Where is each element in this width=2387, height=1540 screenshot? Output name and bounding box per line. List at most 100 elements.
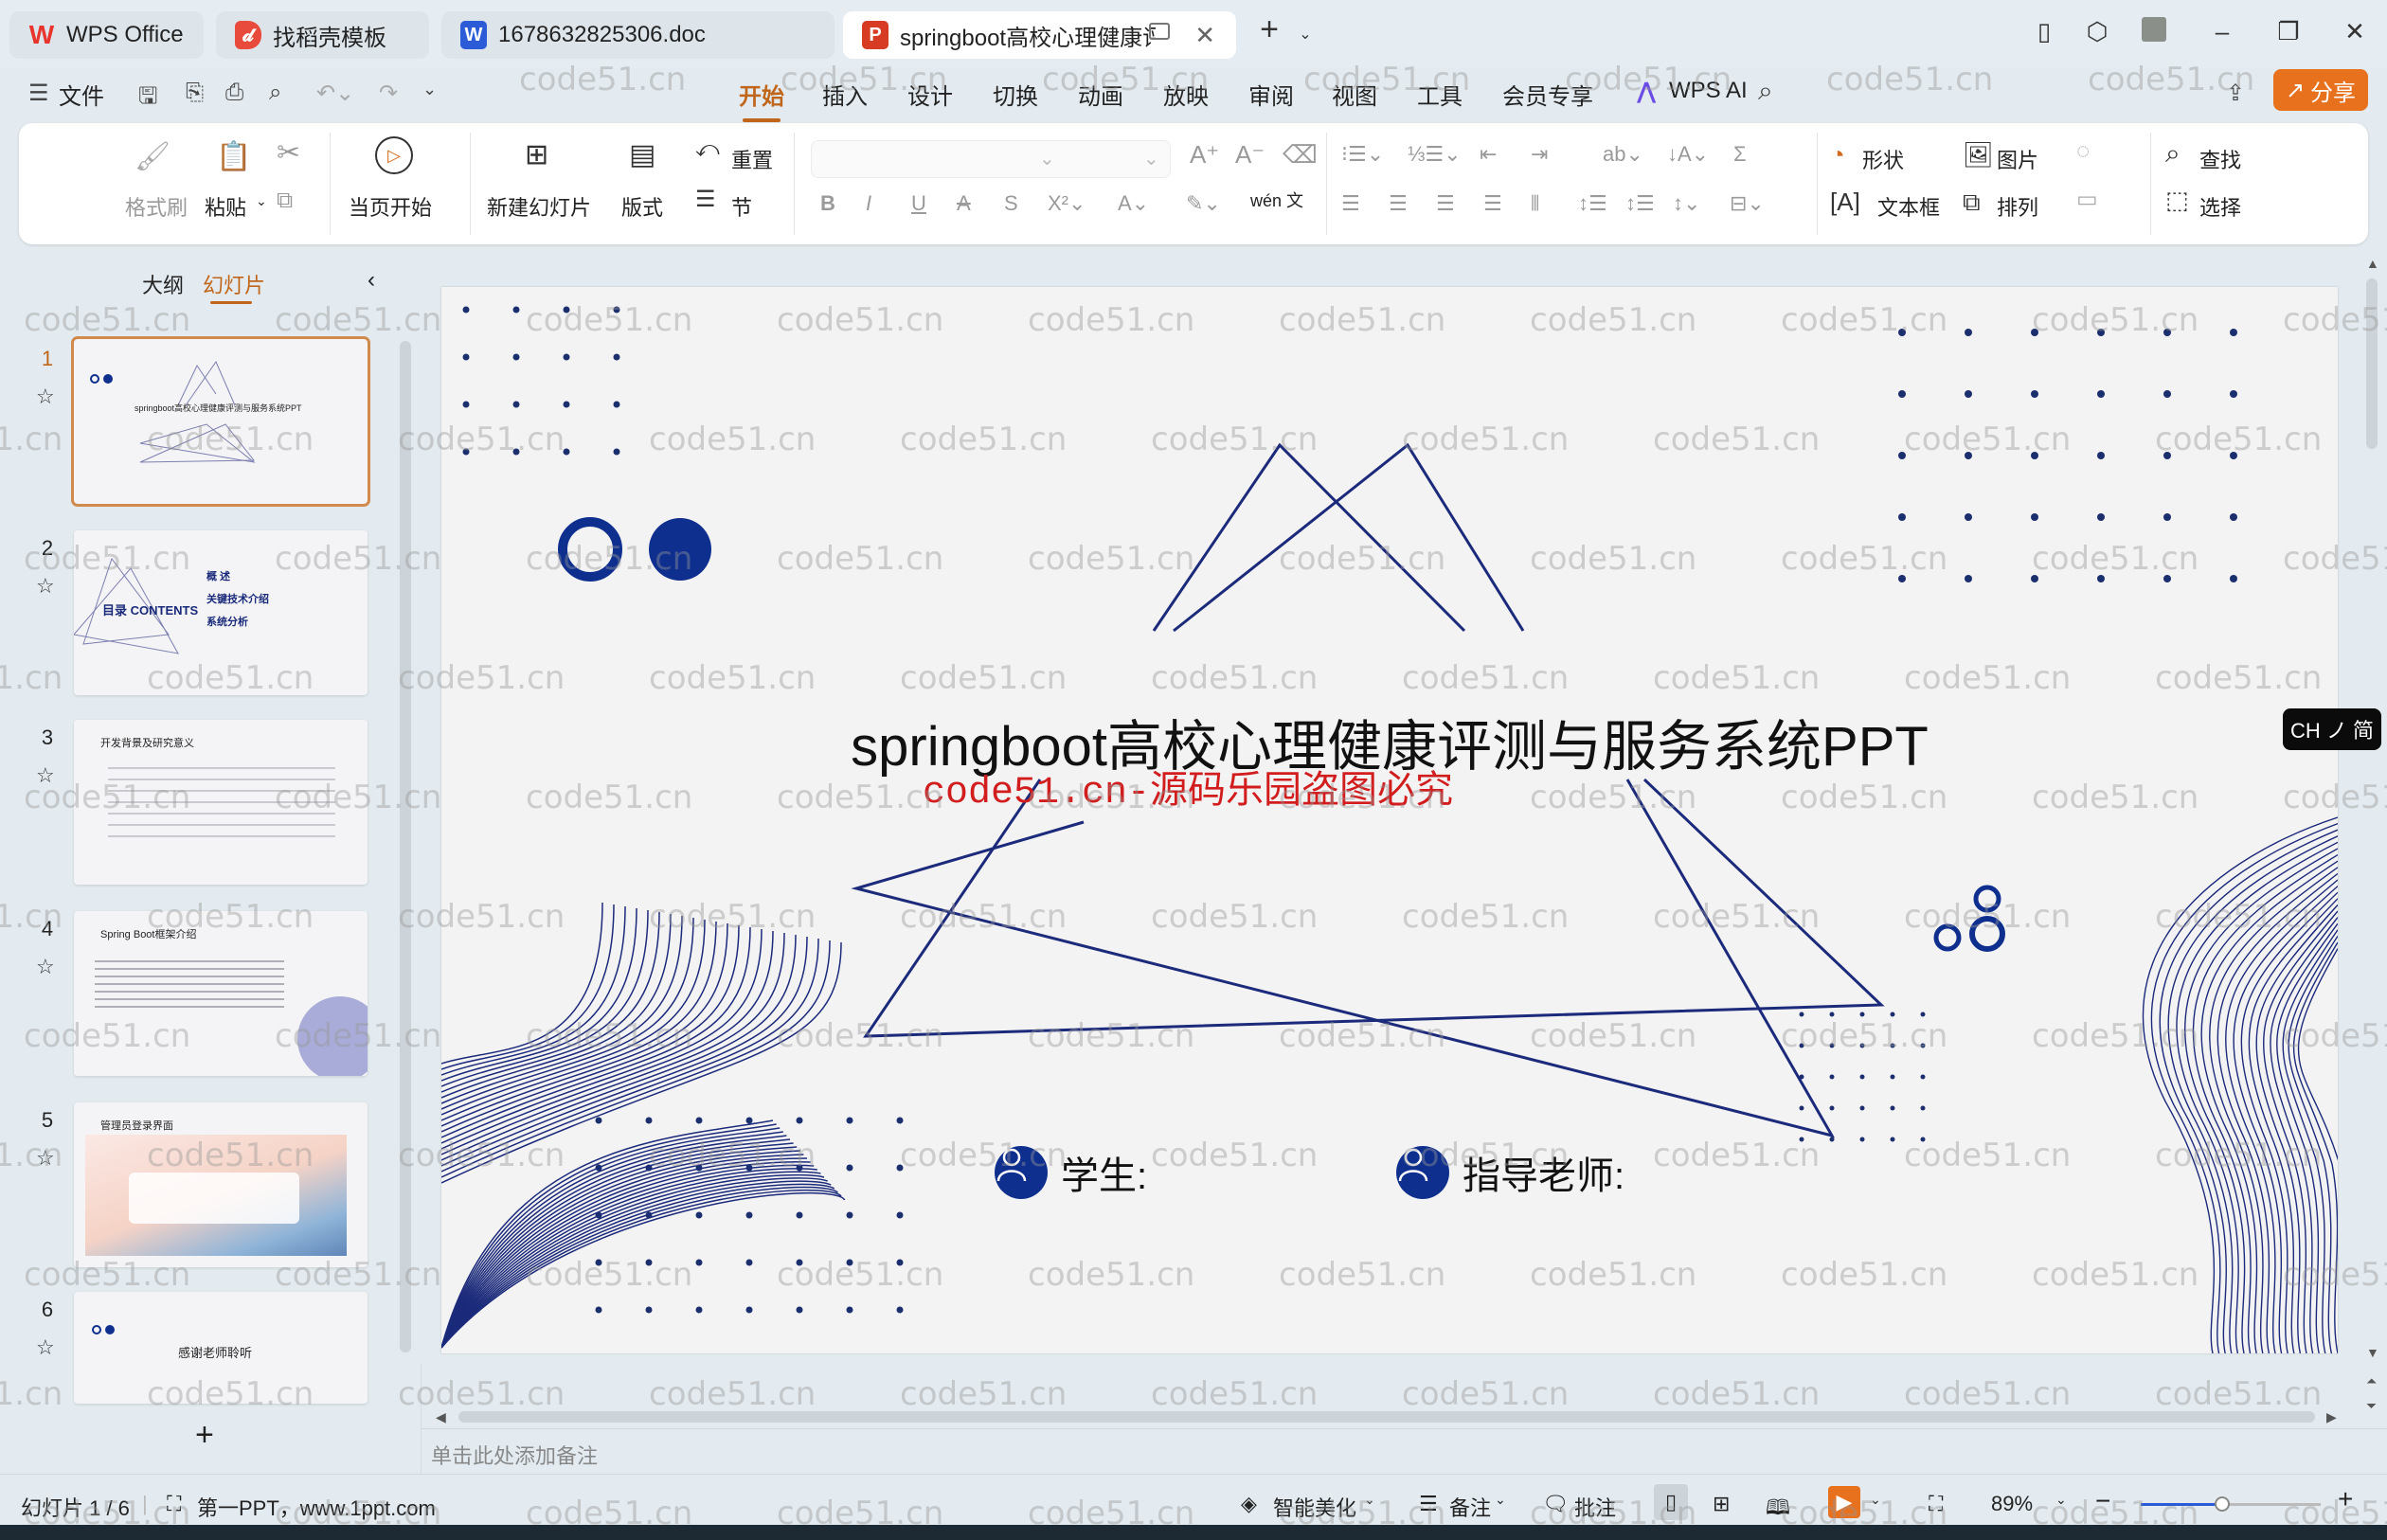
scroll-left-icon[interactable]: ◀ (436, 1409, 446, 1425)
restore-button[interactable]: ❐ (2270, 17, 2307, 46)
paste-button[interactable]: 粘贴 (205, 191, 246, 222)
decrease-indent-icon[interactable]: ⇤ (1480, 142, 1497, 167)
new-tab-button[interactable]: + (1250, 11, 1288, 48)
add-slide-button[interactable]: + (195, 1417, 214, 1454)
menu-tab-review[interactable]: 审阅 (1248, 78, 1294, 111)
scroll-down-icon[interactable]: ▼ (2366, 1345, 2379, 1360)
play-slideshow-button[interactable]: ▶ (1828, 1486, 1860, 1518)
zoom-slider[interactable] (2141, 1496, 2321, 1512)
outline-icon[interactable]: ▭ (2076, 186, 2098, 213)
menu-tab-view[interactable]: 视图 (1332, 78, 1377, 111)
close-window-button[interactable]: ✕ (2336, 17, 2374, 46)
align-right-icon[interactable]: ☰ (1436, 191, 1455, 216)
comment-button[interactable]: 批注 (1574, 1492, 1616, 1522)
star-icon[interactable]: ☆ (36, 385, 55, 409)
distribute-icon[interactable]: ⫴ (1531, 191, 1539, 216)
star-icon[interactable]: ☆ (36, 763, 55, 788)
tab-docer-templates[interactable]: 𝓭 找稻壳模板 (216, 11, 429, 59)
find-button[interactable]: 查找 (2199, 144, 2241, 174)
vertical-scrollbar[interactable]: ▲ ▼ ⏶ ⏷ (2364, 256, 2379, 1430)
select-button[interactable]: 选择 (2199, 191, 2241, 222)
slide-thumbnail-2[interactable]: 目录 CONTENTS 概 述 关键技术介绍 系统分析 (74, 530, 368, 695)
convert-icon[interactable]: Σ (1733, 142, 1747, 167)
slide-canvas[interactable]: springboot高校心理健康评测与服务系统PPT code51.cn-源码乐… (441, 287, 2338, 1353)
paste-chevron-icon[interactable]: ⌄ (256, 193, 267, 209)
collapse-panel-chevron-icon[interactable]: ‹ (368, 267, 375, 294)
print-icon[interactable]: ⎙ (225, 80, 243, 106)
grid-view-icon[interactable]: ⊞ (1713, 1492, 1730, 1516)
superscript-icon[interactable]: X²⌄ (1048, 191, 1086, 216)
notes-chevron-icon[interactable]: ⌄ (1495, 1492, 1506, 1508)
text-direction-icon[interactable]: ab⌄ (1603, 142, 1643, 167)
cloud-upload-icon[interactable]: ⇪ (2226, 80, 2245, 107)
menu-tab-design[interactable]: 设计 (907, 78, 953, 111)
picture-button[interactable]: 图片 (1997, 144, 2038, 174)
theme-label[interactable]: 第一PPT，www.1ppt.com (197, 1492, 436, 1522)
avatar[interactable] (2135, 17, 2173, 48)
print-preview-icon[interactable]: ⌕ (269, 80, 281, 106)
pinyin-button[interactable]: wén 文 (1250, 188, 1303, 212)
redo-icon[interactable]: ↷ (379, 80, 398, 107)
highlight-icon[interactable]: ✎⌄ (1186, 191, 1221, 216)
beautify-button[interactable]: 智能美化 (1273, 1492, 1356, 1522)
numbering-icon[interactable]: ⅓☰⌄ (1408, 142, 1462, 167)
save-icon[interactable]: 🖫 (138, 80, 157, 118)
window-tile-icon[interactable]: ▯ (2025, 17, 2063, 46)
align-left-icon[interactable]: ☰ (1341, 191, 1360, 216)
next-slide-icon[interactable]: ⏷ (2366, 1398, 2377, 1414)
wps-ai-button[interactable]: WPS AI (1669, 78, 1748, 104)
italic-icon[interactable]: I (866, 191, 871, 216)
normal-view-icon[interactable]: ▯ (1654, 1484, 1688, 1520)
zoom-slider-handle[interactable] (2214, 1496, 2230, 1512)
reset-button[interactable]: 重置 (731, 144, 773, 174)
shape-button[interactable]: 形状 (1862, 144, 1904, 174)
increase-font-icon[interactable]: A⁺ (1190, 140, 1219, 170)
quick-access-chevron-icon[interactable]: ⌄ (422, 80, 437, 99)
bullets-icon[interactable]: ⁝☰⌄ (1341, 142, 1384, 167)
close-tab-icon[interactable]: ✕ (1194, 21, 1215, 50)
textbox-button[interactable]: 文本框 (1877, 191, 1940, 222)
menu-tab-insert[interactable]: 插入 (822, 78, 868, 111)
fill-icon[interactable]: ◌ (2076, 138, 2090, 165)
star-icon[interactable]: ☆ (36, 1146, 55, 1171)
tab-slides[interactable]: 幻灯片 (203, 269, 265, 299)
menu-file[interactable]: 文件 (59, 78, 104, 111)
menu-tab-member[interactable]: 会员专享 (1502, 78, 1593, 111)
slide-thumbnail-6[interactable]: 感谢老师聆听 (74, 1292, 368, 1404)
teacher-field[interactable]: 指导老师: (1396, 1145, 1624, 1200)
tab-ppt-file[interactable]: P springboot高校心理健康评测 ✕ (843, 11, 1236, 59)
underline-icon[interactable]: U (911, 191, 926, 216)
format-painter-button[interactable]: 格式刷 (125, 191, 188, 222)
slide-thumbnail-3[interactable]: 开发背景及研究意义 (74, 720, 368, 885)
scroll-thumb[interactable] (2366, 278, 2378, 449)
star-icon[interactable]: ☆ (36, 1335, 55, 1360)
tab-doc-file[interactable]: W 1678632825306.doc (441, 11, 835, 59)
minimize-button[interactable]: – (2203, 17, 2241, 46)
student-field[interactable]: 学生: (995, 1145, 1147, 1200)
prev-slide-icon[interactable]: ⏶ (2366, 1373, 2377, 1389)
scroll-thumb[interactable] (458, 1411, 2315, 1423)
text-align-icon[interactable]: ⊟⌄ (1730, 191, 1765, 216)
font-name-select[interactable]: ⌄ ⌄ (811, 140, 1171, 178)
star-icon[interactable]: ☆ (36, 955, 55, 979)
increase-indent-icon[interactable]: ⇥ (1531, 142, 1548, 167)
justify-icon[interactable]: ☰ (1483, 191, 1502, 216)
shadow-icon[interactable]: S (1004, 191, 1018, 216)
new-slide-button[interactable]: 新建幻灯片 (487, 191, 591, 222)
tab-outline[interactable]: 大纲 (142, 269, 184, 299)
decrease-font-icon[interactable]: A⁻ (1235, 140, 1265, 170)
slide-thumbnail-1[interactable]: springboot高校心理健康评测与服务系统PPT (71, 336, 370, 507)
play-from-current-button[interactable]: 当页开始 (349, 191, 432, 222)
zoom-level[interactable]: 89% (1991, 1492, 2033, 1516)
horizontal-scrollbar[interactable]: ◀ ▶ (436, 1409, 2340, 1425)
menu-tab-tools[interactable]: 工具 (1417, 78, 1463, 111)
menu-tab-animation[interactable]: 动画 (1078, 78, 1123, 111)
font-color-icon[interactable]: A⌄ (1118, 191, 1149, 216)
strikethrough-icon[interactable]: A (957, 191, 971, 216)
cube-icon[interactable]: ⬡ (2078, 17, 2116, 46)
paragraph-spacing-icon[interactable]: ↕☰ (1625, 191, 1655, 216)
undo-icon[interactable]: ↶⌄ (316, 80, 354, 107)
layout-button[interactable]: 版式 (621, 191, 663, 222)
menu-tab-home[interactable]: 开始 (739, 78, 784, 122)
cut-icon[interactable]: ✂ (277, 136, 300, 170)
